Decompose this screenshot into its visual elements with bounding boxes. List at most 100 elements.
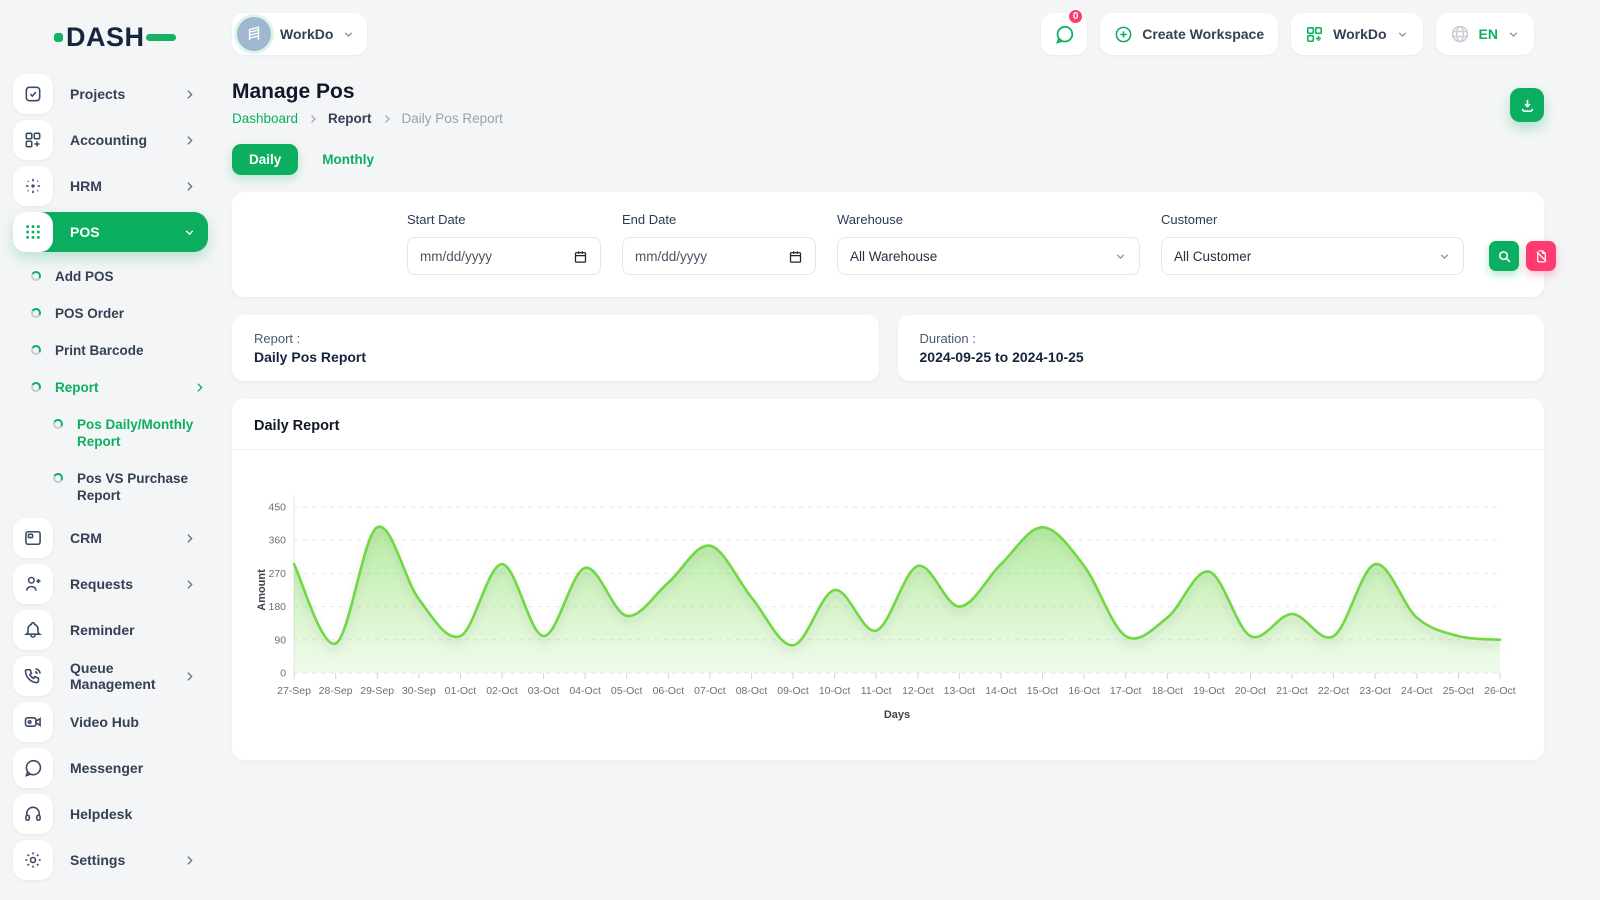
sidebar-item-messenger[interactable]: Messenger bbox=[13, 748, 208, 788]
workspace-menu-button[interactable]: WorkDo bbox=[1291, 13, 1422, 55]
svg-text:19-Oct: 19-Oct bbox=[1193, 685, 1225, 697]
svg-text:01-Oct: 01-Oct bbox=[445, 685, 477, 697]
duration-label: Duration : bbox=[920, 331, 1523, 346]
sidebar-item-requests[interactable]: Requests bbox=[13, 564, 208, 604]
daily-report-area-chart: 09018027036045027-Sep28-Sep29-Sep30-Sep0… bbox=[252, 458, 1524, 756]
topbar: WorkDo 0 Create Workspace bbox=[220, 0, 1600, 58]
warehouse-label: Warehouse bbox=[837, 212, 1140, 227]
svg-text:23-Oct: 23-Oct bbox=[1359, 685, 1391, 697]
svg-text:22-Oct: 22-Oct bbox=[1318, 685, 1350, 697]
search-button[interactable] bbox=[1489, 241, 1519, 271]
end-date-input[interactable] bbox=[622, 237, 816, 275]
browser-icon bbox=[13, 518, 53, 558]
sidebar-subitem-pos-vs-purchase-report[interactable]: Pos VS Purchase Report bbox=[0, 460, 220, 514]
workspace-selector-label: WorkDo bbox=[280, 26, 333, 42]
customer-label: Customer bbox=[1161, 212, 1464, 227]
duration-value: 2024-09-25 to 2024-10-25 bbox=[920, 349, 1523, 365]
warehouse-select[interactable]: All Warehouse bbox=[837, 237, 1140, 275]
report-type-tabs: Daily Monthly bbox=[232, 144, 1544, 175]
sidebar-subitem-pos-order[interactable]: POS Order bbox=[0, 295, 220, 332]
calendar-icon[interactable] bbox=[573, 249, 588, 264]
language-label: EN bbox=[1479, 26, 1498, 42]
squares-plus-icon bbox=[13, 120, 53, 160]
create-workspace-label: Create Workspace bbox=[1142, 26, 1264, 42]
svg-text:28-Sep: 28-Sep bbox=[319, 685, 353, 697]
circle-icon bbox=[30, 270, 42, 282]
circle-icon bbox=[30, 344, 42, 356]
svg-text:Days: Days bbox=[884, 709, 910, 721]
sidebar-subitem-print-barcode[interactable]: Print Barcode bbox=[0, 332, 220, 369]
workspace-selector[interactable]: WorkDo bbox=[232, 13, 367, 55]
video-icon bbox=[13, 702, 53, 742]
tab-monthly[interactable]: Monthly bbox=[322, 152, 374, 167]
chevron-right-icon bbox=[183, 854, 196, 867]
customer-select[interactable]: All Customer bbox=[1161, 237, 1464, 275]
messages-badge: 0 bbox=[1067, 8, 1084, 25]
plus-circle-icon bbox=[1114, 25, 1133, 44]
language-selector[interactable]: EN bbox=[1436, 13, 1534, 55]
chevron-right-icon bbox=[183, 180, 196, 193]
end-date-field: End Date bbox=[622, 212, 816, 275]
chevron-right-icon bbox=[183, 670, 196, 683]
chat-icon bbox=[1054, 24, 1075, 45]
create-workspace-button[interactable]: Create Workspace bbox=[1100, 13, 1278, 55]
svg-text:24-Oct: 24-Oct bbox=[1401, 685, 1433, 697]
chevron-down-icon bbox=[1507, 28, 1520, 41]
sidebar-item-pos[interactable]: POS bbox=[13, 212, 208, 252]
end-date-text[interactable] bbox=[635, 249, 745, 264]
sidebar-subitem-report[interactable]: Report bbox=[0, 369, 220, 406]
svg-text:25-Oct: 25-Oct bbox=[1443, 685, 1475, 697]
chevron-right-icon bbox=[381, 113, 393, 125]
sidebar-item-video-hub[interactable]: Video Hub bbox=[13, 702, 208, 742]
chevron-right-icon bbox=[183, 532, 196, 545]
messages-button[interactable]: 0 bbox=[1041, 13, 1087, 55]
end-date-label: End Date bbox=[622, 212, 816, 227]
start-date-input[interactable] bbox=[407, 237, 601, 275]
svg-text:29-Sep: 29-Sep bbox=[360, 685, 394, 697]
sidebar-item-projects[interactable]: Projects bbox=[13, 74, 208, 114]
sidebar-item-crm[interactable]: CRM bbox=[13, 518, 208, 558]
bell-icon bbox=[13, 610, 53, 650]
sidebar-submenu-pos: Add POSPOS OrderPrint BarcodeReportPos D… bbox=[0, 258, 220, 514]
gear-icon bbox=[13, 840, 53, 880]
sidebar-subitem-pos-daily-monthly-report[interactable]: Pos Daily/Monthly Report bbox=[0, 406, 220, 460]
app-logo[interactable]: DASH bbox=[54, 22, 164, 52]
chevron-down-icon bbox=[1114, 250, 1127, 263]
sidebar-item-queue-management[interactable]: Queue Management bbox=[13, 656, 208, 696]
summary-row: Report : Daily Pos Report Duration : 202… bbox=[232, 315, 1544, 381]
download-button[interactable] bbox=[1510, 88, 1544, 122]
svg-text:09-Oct: 09-Oct bbox=[777, 685, 809, 697]
breadcrumb-dashboard[interactable]: Dashboard bbox=[232, 111, 298, 126]
svg-text:08-Oct: 08-Oct bbox=[736, 685, 768, 697]
sidebar-item-settings[interactable]: Settings bbox=[13, 840, 208, 880]
building-icon bbox=[245, 25, 263, 43]
sidebar-item-hrm[interactable]: HRM bbox=[13, 166, 208, 206]
logo-text: DASH bbox=[66, 22, 145, 53]
sidebar: DASH Projects Accounting HRM POS Add POSPOS … bbox=[0, 0, 220, 900]
chevron-down-icon bbox=[1438, 250, 1451, 263]
sidebar-item-reminder[interactable]: Reminder bbox=[13, 610, 208, 650]
download-icon bbox=[1519, 97, 1536, 114]
tab-daily[interactable]: Daily bbox=[232, 144, 298, 175]
breadcrumb-daily-pos-report: Daily Pos Report bbox=[402, 111, 503, 126]
logo-dash-icon bbox=[54, 33, 63, 42]
start-date-text[interactable] bbox=[420, 249, 530, 264]
svg-text:270: 270 bbox=[269, 568, 287, 580]
svg-text:18-Oct: 18-Oct bbox=[1152, 685, 1184, 697]
customer-select-value: All Customer bbox=[1174, 249, 1251, 264]
sidebar-item-helpdesk[interactable]: Helpdesk bbox=[13, 794, 208, 834]
svg-text:27-Sep: 27-Sep bbox=[277, 685, 311, 697]
sidebar-item-accounting[interactable]: Accounting bbox=[13, 120, 208, 160]
calendar-icon[interactable] bbox=[788, 249, 803, 264]
breadcrumb-report[interactable]: Report bbox=[328, 111, 372, 126]
sidebar-nav: Projects Accounting HRM POS Add POSPOS Order… bbox=[0, 74, 220, 880]
chevron-right-icon bbox=[183, 88, 196, 101]
headset-icon bbox=[13, 794, 53, 834]
svg-text:13-Oct: 13-Oct bbox=[944, 685, 976, 697]
sidebar-subitem-add-pos[interactable]: Add POS bbox=[0, 258, 220, 295]
reset-filter-button[interactable] bbox=[1526, 241, 1556, 271]
filter-actions bbox=[1489, 212, 1556, 275]
svg-text:450: 450 bbox=[269, 502, 287, 514]
svg-text:21-Oct: 21-Oct bbox=[1276, 685, 1308, 697]
chevron-right-icon bbox=[183, 578, 196, 591]
